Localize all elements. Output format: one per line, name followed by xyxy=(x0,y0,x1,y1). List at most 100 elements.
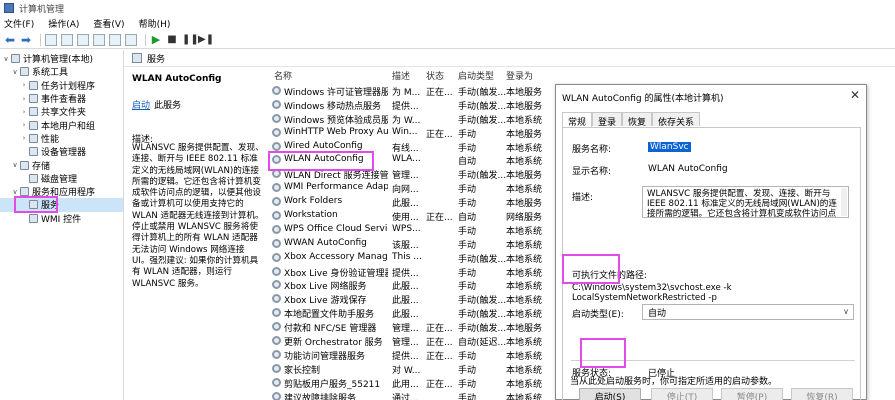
service-startup-type-cell: 自动 xyxy=(458,213,477,224)
menu-help[interactable]: 帮助(H) xyxy=(139,17,171,30)
dialog-description-box[interactable]: WLANSVC 服务提供配置、发现、连接、断开与 IEEE 802.11 标准定… xyxy=(642,186,849,218)
tree-node[interactable]: ∨ 存储 xyxy=(0,158,123,172)
tree-node[interactable]: WMI 控件 xyxy=(0,212,123,225)
expanded-chevron-icon[interactable]: ∨ xyxy=(11,68,19,76)
menu-view[interactable]: 查看(V) xyxy=(93,17,124,30)
service-description-cell: 向网... xyxy=(392,185,419,196)
tab-recovery[interactable]: 恢复 xyxy=(622,112,653,128)
pause-service-icon[interactable]: ❚❚ xyxy=(182,34,199,46)
refresh-icon[interactable] xyxy=(93,33,105,46)
tree-node[interactable]: › 本地用户和组 xyxy=(0,118,123,132)
service-status-cell: 正在... xyxy=(426,88,453,98)
help-icon[interactable] xyxy=(125,33,137,46)
tree-node[interactable]: › 共享文件夹 xyxy=(0,105,123,118)
collapsed-chevron-icon[interactable]: › xyxy=(20,81,28,89)
properties-icon[interactable] xyxy=(109,33,121,46)
tree-node-icon xyxy=(20,160,29,170)
resume-button[interactable]: 恢复(R) xyxy=(791,388,853,400)
service-name-cell: Xbox Live 游戏保存 xyxy=(284,296,367,307)
collapsed-chevron-icon[interactable]: › xyxy=(20,121,28,129)
tree-node[interactable]: › 任务计划程序 xyxy=(0,79,123,92)
expanded-chevron-icon[interactable]: ∨ xyxy=(2,55,10,63)
service-logon-cell: 本地系统 xyxy=(506,240,543,251)
service-logon-cell: 本地系统 xyxy=(506,282,543,293)
tree-node-label: 系统工具 xyxy=(32,68,69,79)
tree-node-label: 计算机管理(本地) xyxy=(23,55,94,66)
startup-type-select[interactable]: 自动 ∨ xyxy=(642,304,854,320)
service-name-cell: Wired AutoConfig xyxy=(284,140,363,151)
tree-node[interactable]: 设备管理器 xyxy=(0,145,123,158)
column-header-status[interactable]: 状态 xyxy=(426,69,454,82)
service-name-value[interactable]: WlanSvc xyxy=(648,142,691,152)
tree-node[interactable]: › 事件查看器 xyxy=(0,92,123,105)
service-description-cell: 提供... xyxy=(392,268,419,279)
chevron-down-icon: ∨ xyxy=(843,307,849,316)
service-logon-cell: 本地系统 xyxy=(506,310,543,321)
tree-node-label: 任务计划程序 xyxy=(41,81,96,92)
start-service-icon[interactable]: ▶ xyxy=(150,33,162,46)
back-arrow-icon[interactable]: ⬅ xyxy=(4,34,16,46)
tree-node-label: WMI 控件 xyxy=(41,214,82,225)
expanded-chevron-icon[interactable]: ∨ xyxy=(11,161,19,169)
toolbar-separator xyxy=(145,33,146,46)
up-folder-icon[interactable] xyxy=(45,33,57,46)
stop-button[interactable]: 停止(T) xyxy=(651,388,713,400)
selected-service-title: WLAN AutoConfig xyxy=(132,74,222,84)
forward-arrow-icon[interactable]: ➡ xyxy=(20,34,32,46)
service-description-cell: 使用... xyxy=(392,213,419,224)
service-name-label: 服务名称: xyxy=(572,145,612,155)
start-service-link[interactable]: 启动 xyxy=(132,98,150,111)
tree-node[interactable]: ∨ 计算机管理(本地) xyxy=(0,52,123,65)
tree-node[interactable]: ∨ 系统工具 xyxy=(0,65,123,78)
export-list-icon[interactable] xyxy=(77,33,89,46)
column-header-log-on-as[interactable]: 登录为 xyxy=(506,69,556,82)
tree-node-icon xyxy=(29,133,38,143)
executable-path-value: C:\Windows\system32\svchost.exe -k Local… xyxy=(572,283,732,303)
service-logon-cell: 本地系统 xyxy=(506,143,543,154)
close-icon[interactable]: ✕ xyxy=(850,88,860,102)
tab-general[interactable]: 常规 xyxy=(562,112,593,128)
tree-node-icon xyxy=(29,80,38,90)
service-startup-type-cell: 手动 xyxy=(458,393,477,400)
collapsed-chevron-icon[interactable]: › xyxy=(20,95,28,103)
service-name-cell: Xbox Live 身份验证管理器 xyxy=(284,268,388,279)
service-name-cell: Windows 预览体验成员服务 xyxy=(284,115,388,126)
tree-node[interactable]: 磁盘管理 xyxy=(0,172,123,185)
tab-logon[interactable]: 登录 xyxy=(592,112,623,128)
expanded-chevron-icon[interactable]: ∨ xyxy=(11,188,19,196)
menu-file[interactable]: 文件(F) xyxy=(4,17,34,30)
tree-node-icon xyxy=(20,67,29,77)
service-gear-icon xyxy=(272,349,281,359)
service-logon-cell: 本地系统 xyxy=(506,365,543,376)
tree-node[interactable]: › 性能 xyxy=(0,132,123,145)
highlight-start-button xyxy=(580,338,626,368)
restart-service-icon[interactable]: ▶❚ xyxy=(198,34,214,46)
column-header-name[interactable]: 名称 xyxy=(274,69,390,82)
tab-dependencies[interactable]: 依存关系 xyxy=(652,112,701,128)
pause-button[interactable]: 暂停(P) xyxy=(721,388,783,400)
service-startup-type-cell: 手动 xyxy=(458,129,477,140)
start-button[interactable]: 启动(S) xyxy=(579,388,641,400)
menu-action[interactable]: 操作(A) xyxy=(48,17,79,30)
service-logon-cell: 本地系统 xyxy=(506,296,543,307)
service-gear-icon xyxy=(272,113,281,123)
service-description-cell: 管理... xyxy=(392,171,419,182)
highlight-startup-type xyxy=(562,254,620,284)
column-header-description[interactable]: 描述 xyxy=(392,69,422,82)
service-startup-type-cell: 自动(延迟... xyxy=(458,338,506,349)
tree-node-icon xyxy=(29,147,38,157)
tree-node-icon xyxy=(29,173,38,183)
tree-node-icon xyxy=(29,120,38,130)
collapsed-chevron-icon[interactable]: › xyxy=(20,108,28,116)
show-hide-tree-icon[interactable] xyxy=(61,33,73,46)
description-scrollbar[interactable] xyxy=(841,188,847,216)
column-header-startup-type[interactable]: 启动类型 xyxy=(458,69,506,82)
service-name-cell: 建议故障排除服务 xyxy=(284,393,357,400)
service-logon-cell: 本地系统 xyxy=(506,157,543,168)
service-startup-type-cell: 手动 xyxy=(458,240,477,251)
stop-service-icon[interactable]: ■ xyxy=(166,34,178,46)
display-name-value[interactable]: WLAN AutoConfig xyxy=(648,164,728,174)
collapsed-chevron-icon[interactable]: › xyxy=(20,134,28,142)
service-startup-type-cell: 手动 xyxy=(458,351,477,362)
service-description-cell: 通过... xyxy=(392,393,419,400)
